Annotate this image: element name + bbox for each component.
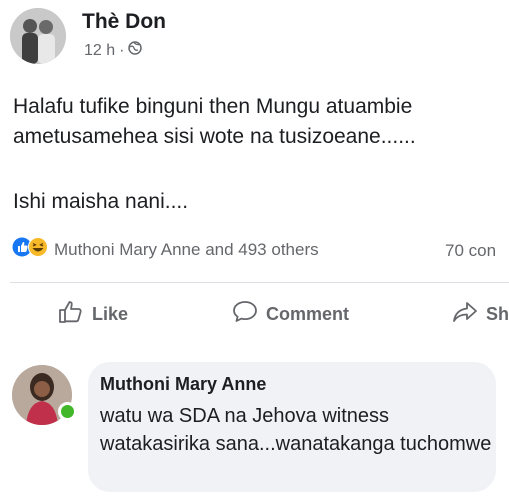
reactions-text[interactable]: Muthoni Mary Anne and 493 others	[54, 240, 319, 260]
comment-author-name[interactable]: Muthoni Mary Anne	[100, 374, 266, 395]
post-body-text-2: Ishi maisha nani....	[13, 190, 189, 213]
meta-separator: ·	[119, 41, 125, 59]
post-body-text: Halafu tufike binguni then Mungu atuambi…	[13, 95, 416, 148]
thumbs-up-icon	[58, 300, 84, 329]
comment-button[interactable]: Comment	[232, 300, 349, 329]
reactions-summary[interactable]: Muthoni Mary Anne and 493 others	[12, 237, 319, 262]
like-label: Like	[92, 304, 129, 324]
divider	[10, 282, 509, 283]
post-author-name[interactable]: Thè Don	[82, 10, 166, 34]
share-label: Sh	[486, 304, 509, 324]
like-button[interactable]: Like	[58, 300, 128, 329]
author-avatar[interactable]	[10, 8, 66, 64]
share-icon	[452, 300, 478, 329]
comments-count[interactable]: 70 con	[445, 241, 496, 261]
comment-label: Comment	[266, 304, 350, 324]
comment-text: watu wa SDA na Jehova witness watakasiri…	[100, 405, 492, 455]
share-button[interactable]: Sh	[452, 300, 509, 329]
post-timestamp[interactable]: 12 h	[84, 42, 115, 60]
comment-icon	[232, 300, 258, 329]
post-meta: 12 h ·	[84, 41, 143, 60]
haha-reaction-icon	[28, 237, 48, 262]
globe-icon	[128, 41, 143, 60]
online-status-indicator	[58, 402, 77, 421]
